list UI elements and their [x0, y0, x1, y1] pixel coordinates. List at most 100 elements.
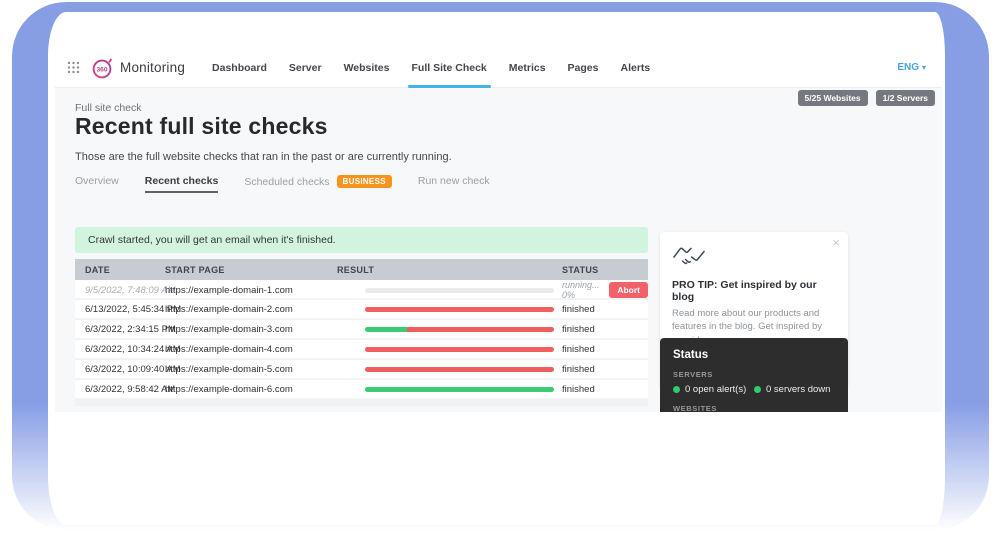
check-start-page: https://example-domain-6.com — [165, 384, 337, 395]
progress-bar — [365, 327, 554, 332]
table-header: DATE START PAGE RESULT STATUS — [75, 259, 648, 280]
success-alert: Crawl started, you will get an email whe… — [75, 227, 648, 253]
nav-item-pages[interactable]: Pages — [557, 48, 610, 88]
page-subtitle: Those are the full website checks that r… — [75, 151, 452, 163]
status-text: running... 0% — [562, 280, 604, 300]
column-date: DATE — [75, 265, 165, 275]
nav-item-alerts[interactable]: Alerts — [609, 48, 661, 88]
language-selector[interactable]: ENG ▾ — [897, 62, 926, 73]
tab-bar: Overview Recent checks Scheduled checks … — [75, 175, 516, 194]
tab-label: Recent checks — [145, 175, 219, 187]
handshake-icon — [672, 243, 706, 267]
status-section: WEBSITES 0 open alert(s) 0 websites down — [673, 404, 835, 412]
column-status: STATUS — [556, 265, 648, 275]
column-start-page: START PAGE — [165, 265, 337, 275]
checks-table: DATE START PAGE RESULT STATUS 9/5/2022, … — [75, 259, 648, 406]
pro-tip-title: PRO TIP: Get inspired by our blog — [672, 279, 836, 303]
progress-green-segment — [365, 387, 554, 392]
tab-scheduled-checks[interactable]: Scheduled checks BUSINESS — [244, 175, 392, 194]
progress-bar — [365, 347, 554, 352]
status-item-label: 0 open alert(s) — [685, 384, 746, 395]
check-start-page: https://example-domain-3.com — [165, 324, 337, 335]
nav-item-label: Metrics — [509, 62, 546, 74]
usage-badges: 5/25 Websites 1/2 Servers — [798, 90, 935, 106]
status-item: 0 open alert(s) — [673, 384, 754, 395]
nav-item-server[interactable]: Server — [278, 48, 333, 88]
status-section: SERVERS 0 open alert(s) 0 servers down — [673, 370, 835, 395]
app-screenshot: 360 Monitoring Dashboard Server Websites… — [55, 48, 942, 412]
table-row: 6/13/2022, 5:45:34 PM https://example-do… — [75, 300, 648, 320]
status-text: finished — [562, 364, 595, 375]
tab-label: Run new check — [418, 175, 490, 187]
check-date: 6/13/2022, 5:45:34 PM — [75, 304, 165, 315]
check-date: 6/3/2022, 10:09:40 AM — [75, 364, 165, 375]
check-start-page: https://example-domain-1.com — [165, 285, 337, 296]
nav-item-label: Websites — [344, 62, 390, 74]
table-row: 6/3/2022, 10:34:24 AM https://example-do… — [75, 340, 648, 360]
table-row: 6/3/2022, 10:09:40 AM https://example-do… — [75, 360, 648, 380]
status-text: finished — [562, 384, 595, 395]
chevron-down-icon: ▾ — [922, 63, 926, 72]
green-dot-icon — [673, 386, 680, 393]
tab-run-new-check[interactable]: Run new check — [418, 175, 490, 193]
nav-item-label: Pages — [568, 62, 599, 74]
table-row: 6/3/2022, 2:34:15 PM https://example-dom… — [75, 320, 648, 340]
nav-item-metrics[interactable]: Metrics — [498, 48, 557, 88]
progress-red-segment — [365, 367, 554, 372]
status-text: finished — [562, 324, 595, 335]
status-panel: Status SERVERS 0 open alert(s) 0 servers… — [660, 338, 848, 412]
nav-menu: Dashboard Server Websites Full Site Chec… — [201, 48, 661, 88]
progress-bar — [365, 307, 554, 312]
usage-badge: 1/2 Servers — [876, 90, 935, 106]
nav-item-dashboard[interactable]: Dashboard — [201, 48, 278, 88]
brand-logo[interactable]: 360 Monitoring — [90, 56, 185, 80]
nav-item-full-site-check[interactable]: Full Site Check — [401, 48, 498, 88]
column-result: RESULT — [337, 265, 556, 275]
check-date: 6/3/2022, 9:58:42 AM — [75, 384, 165, 395]
progress-red-segment — [365, 307, 554, 312]
business-badge: BUSINESS — [337, 175, 392, 188]
usage-badge: 5/25 Websites — [798, 90, 868, 106]
logo-number: 360 — [96, 66, 107, 73]
status-section-label: SERVERS — [673, 370, 835, 379]
progress-red-segment — [407, 327, 554, 332]
status-sections: SERVERS 0 open alert(s) 0 servers down W… — [673, 370, 835, 412]
check-date: 6/3/2022, 2:34:15 PM — [75, 324, 165, 335]
progress-bar — [365, 367, 554, 372]
active-tab-underline — [408, 85, 491, 88]
status-section-label: WEBSITES — [673, 404, 835, 412]
status-panel-title: Status — [673, 349, 835, 361]
check-start-page: https://example-domain-5.com — [165, 364, 337, 375]
tab-overview[interactable]: Overview — [75, 175, 119, 193]
table-body: 9/5/2022, 7:48:09 AM https://example-dom… — [75, 280, 648, 400]
nav-item-label: Alerts — [620, 62, 650, 74]
logo-360-icon: 360 — [90, 56, 114, 80]
page-title: Recent full site checks — [75, 113, 328, 140]
status-text: finished — [562, 304, 595, 315]
top-navbar: 360 Monitoring Dashboard Server Websites… — [55, 48, 942, 88]
progress-bar — [365, 387, 554, 392]
tab-recent-checks[interactable]: Recent checks — [145, 175, 219, 193]
abort-button[interactable]: Abort — [609, 282, 648, 298]
app-grid-icon[interactable] — [67, 61, 80, 74]
table-row: 6/3/2022, 9:58:42 AM https://example-dom… — [75, 380, 648, 400]
progress-bar — [365, 288, 554, 293]
check-date: 9/5/2022, 7:48:09 AM — [75, 285, 165, 296]
check-start-page: https://example-domain-4.com — [165, 344, 337, 355]
status-item: 0 servers down — [754, 384, 835, 395]
nav-item-label: Dashboard — [212, 62, 267, 74]
tab-label: Scheduled checks — [244, 176, 329, 188]
clipped-next-row — [75, 400, 648, 406]
nav-item-label: Server — [289, 62, 322, 74]
close-icon[interactable]: × — [832, 236, 840, 249]
green-dot-icon — [754, 386, 761, 393]
status-item-label: 0 servers down — [766, 384, 830, 395]
check-start-page: https://example-domain-2.com — [165, 304, 337, 315]
language-label: ENG — [897, 62, 919, 73]
check-date: 6/3/2022, 10:34:24 AM — [75, 344, 165, 355]
table-row: 9/5/2022, 7:48:09 AM https://example-dom… — [75, 280, 648, 300]
nav-item-label: Full Site Check — [412, 62, 487, 74]
progress-green-segment — [365, 327, 407, 332]
progress-red-segment — [365, 347, 554, 352]
nav-item-websites[interactable]: Websites — [333, 48, 401, 88]
